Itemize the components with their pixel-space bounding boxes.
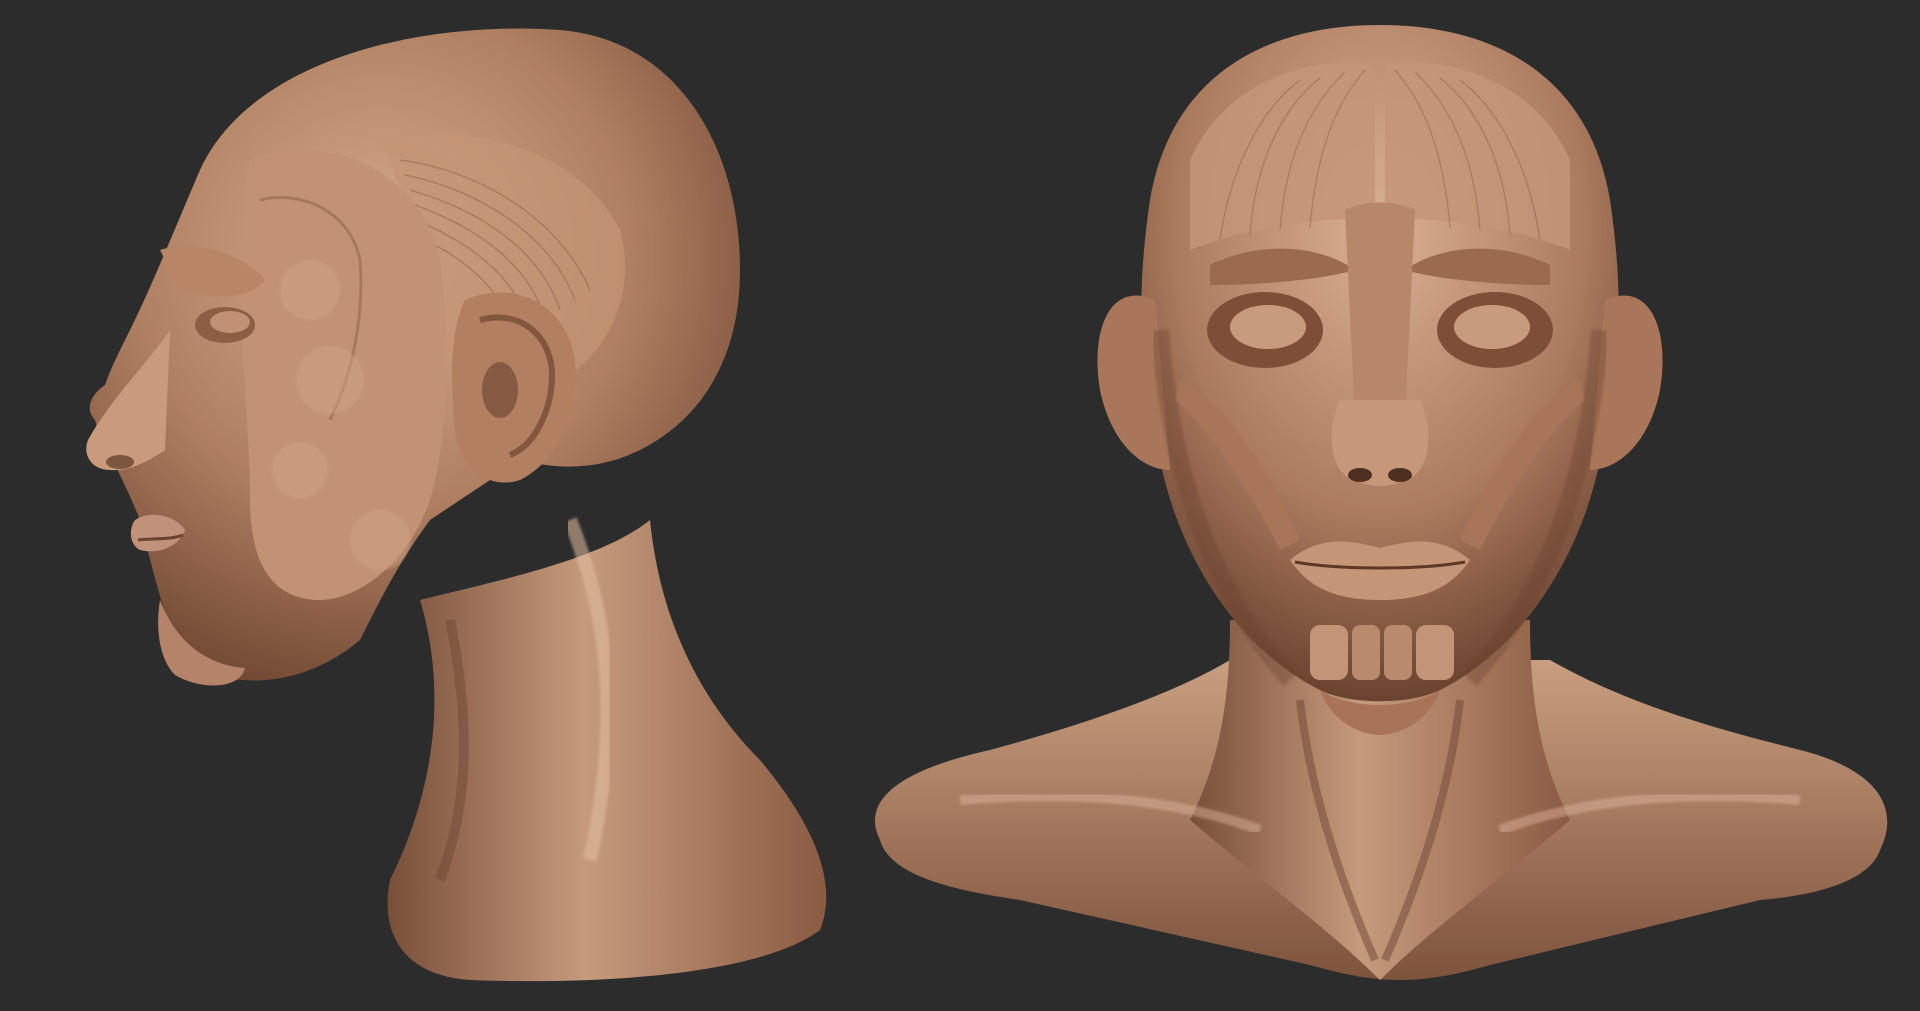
front-eye-right [1437,292,1553,368]
profile-head-sculpt [86,28,827,982]
front-eye-left [1207,292,1323,368]
front-bust-sculpt [874,25,1888,980]
render-scene [86,25,1888,982]
viewport-canvas [0,0,1920,1011]
front-nose [1331,400,1429,486]
